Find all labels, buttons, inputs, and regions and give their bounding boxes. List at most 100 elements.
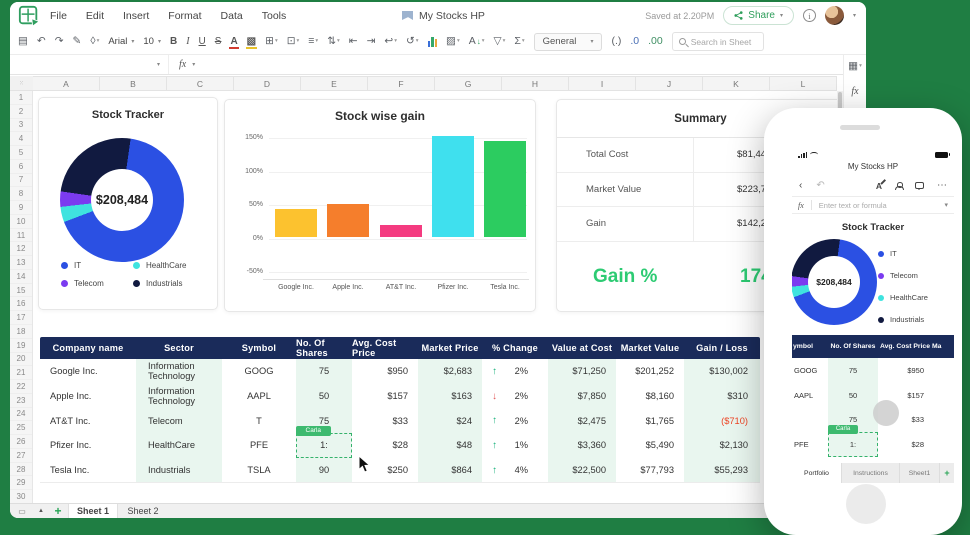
cell-sector[interactable]: Information Technology bbox=[136, 383, 222, 409]
indent-decrease-icon[interactable]: ⇤ bbox=[349, 36, 358, 47]
cell-gain-loss[interactable]: $130,002 bbox=[684, 359, 760, 384]
custom-format-icon[interactable]: (.) bbox=[611, 36, 621, 47]
row-header-17[interactable]: 17 bbox=[10, 311, 32, 326]
eraser-icon[interactable]: ◊ ▾ bbox=[90, 36, 99, 47]
phone-cell[interactable]: $950 bbox=[878, 358, 932, 383]
phone-table-row[interactable]: AAPL 50 $157 bbox=[792, 382, 954, 408]
menu-file[interactable]: File bbox=[50, 10, 67, 22]
row-header-1[interactable]: 1 bbox=[10, 91, 32, 105]
app-logo-icon[interactable] bbox=[18, 5, 40, 27]
row-header-7[interactable]: 7 bbox=[10, 174, 32, 188]
comments-icon[interactable]: ▭ bbox=[10, 504, 34, 518]
column-header-D[interactable]: D bbox=[234, 77, 301, 90]
insert-image-button[interactable]: ▨ ▾ bbox=[446, 36, 460, 47]
row-header-9[interactable]: 9 bbox=[10, 201, 32, 215]
cell-sector[interactable]: Telecom bbox=[136, 408, 222, 434]
row-header-21[interactable]: 21 bbox=[10, 366, 32, 381]
row-header-23[interactable]: 23 bbox=[10, 394, 32, 408]
cell-gain-loss[interactable]: $55,293 bbox=[684, 457, 760, 483]
chevron-down-icon[interactable]: ▾ bbox=[853, 12, 856, 19]
row-header-22[interactable]: 22 bbox=[10, 380, 32, 394]
cell-change[interactable]: ↑ 2% bbox=[482, 359, 548, 384]
menu-edit[interactable]: Edit bbox=[86, 10, 104, 22]
cell-market-value[interactable]: $8,160 bbox=[616, 384, 684, 409]
cell-value-at-cost[interactable]: $71,250 bbox=[548, 359, 616, 384]
functions-panel-icon[interactable]: fx bbox=[851, 86, 858, 97]
row-header-19[interactable]: 19 bbox=[10, 339, 32, 353]
cell-symbol[interactable]: PFE bbox=[222, 433, 296, 458]
merge-cells-button[interactable]: ⊡ ▾ bbox=[287, 36, 300, 47]
column-header-G[interactable]: G bbox=[435, 77, 502, 90]
cell-company[interactable]: Pfizer Inc. bbox=[40, 433, 136, 458]
cell-avg-cost[interactable]: $157 bbox=[352, 384, 418, 409]
cell-shares[interactable]: 75 bbox=[296, 359, 352, 384]
bold-button[interactable]: B bbox=[170, 36, 177, 47]
phone-cell[interactable]: AAPL bbox=[792, 383, 828, 408]
vertical-align-button[interactable]: ⇅ ▾ bbox=[327, 36, 340, 47]
column-header-K[interactable]: K bbox=[703, 77, 770, 90]
text-wrap-button[interactable]: ↩ ▾ bbox=[384, 36, 397, 47]
strikethrough-button[interactable]: S bbox=[215, 36, 222, 47]
print-icon[interactable]: ▤ bbox=[18, 36, 28, 47]
increase-decimal-icon[interactable]: .00 bbox=[648, 36, 663, 47]
sheet-list-icon[interactable]: ▲ bbox=[34, 504, 48, 518]
row-header-15[interactable]: 15 bbox=[10, 284, 32, 298]
insert-chart-icon[interactable] bbox=[427, 36, 438, 47]
cell-change[interactable]: ↑ 2% bbox=[482, 408, 548, 433]
cell-value-at-cost[interactable]: $7,850 bbox=[548, 383, 616, 409]
phone-table-row[interactable]: GOOG 75 $950 bbox=[792, 358, 954, 383]
share-user-icon[interactable] bbox=[895, 182, 904, 190]
row-header-20[interactable]: 20 bbox=[10, 353, 32, 367]
table-row[interactable]: AT&T Inc. Telecom T 75 $33 $24 ↑ 2% $2,475 $1,765… bbox=[40, 408, 760, 434]
phone-cell[interactable] bbox=[932, 432, 954, 457]
home-button[interactable] bbox=[846, 484, 886, 524]
more-icon[interactable]: ⋯ bbox=[937, 180, 947, 191]
cell-company[interactable]: Tesla Inc. bbox=[40, 458, 136, 483]
row-header-28[interactable]: 28 bbox=[10, 463, 32, 477]
share-button[interactable]: Share ▾ bbox=[723, 6, 794, 25]
cell-change[interactable]: ↓ 2% bbox=[482, 384, 548, 409]
cell-avg-cost[interactable]: $33 bbox=[352, 408, 418, 433]
font-color-button[interactable]: A bbox=[229, 36, 239, 49]
table-row[interactable]: Pfizer Inc. HealthCare PFE 1: Carla $28 $48 ↑ 1%… bbox=[40, 426, 760, 458]
column-header-C[interactable]: C bbox=[167, 77, 234, 90]
horizontal-align-button[interactable]: ≡ ▾ bbox=[308, 36, 318, 47]
cell-market-price[interactable]: $2,683 bbox=[418, 359, 482, 384]
cell-company[interactable]: Google Inc. bbox=[40, 359, 136, 384]
row-header-8[interactable]: 8 bbox=[10, 187, 32, 202]
document-title[interactable]: My Stocks HP bbox=[402, 2, 485, 29]
bar-tesla[interactable] bbox=[484, 140, 526, 237]
row-header-27[interactable]: 27 bbox=[10, 449, 32, 463]
row-header-2[interactable]: 2 bbox=[10, 105, 32, 119]
cell-shares[interactable]: 1: Carla bbox=[295, 426, 352, 458]
phone-cell[interactable]: 1: Carla bbox=[827, 425, 878, 457]
undo-icon[interactable]: ↶ bbox=[816, 180, 824, 191]
font-family-select[interactable]: Arial ▾ bbox=[108, 36, 134, 47]
cell-gain-loss[interactable]: $2,130 bbox=[684, 433, 760, 458]
row-header-14[interactable]: 14 bbox=[10, 270, 32, 284]
phone-cell[interactable]: $28 bbox=[878, 432, 932, 457]
search-input[interactable] bbox=[690, 36, 761, 47]
phone-cell[interactable]: 75 bbox=[828, 358, 878, 383]
row-header-10[interactable]: 10 bbox=[10, 215, 32, 229]
decrease-decimal-icon[interactable]: .0 bbox=[630, 36, 639, 47]
cell-symbol[interactable]: AAPL bbox=[222, 384, 296, 409]
phone-cell[interactable] bbox=[792, 408, 828, 433]
cell-company[interactable]: AT&T Inc. bbox=[40, 408, 136, 433]
select-all-corner[interactable]: ⁙ bbox=[10, 76, 33, 91]
font-size-select[interactable]: 10 ▾ bbox=[143, 36, 161, 47]
row-header-16[interactable]: 16 bbox=[10, 297, 32, 312]
sort-button[interactable]: A ↓ ▾ bbox=[469, 36, 485, 47]
cell-change[interactable]: ↑ 1% bbox=[482, 433, 548, 458]
cell-symbol[interactable]: T bbox=[222, 408, 296, 433]
row-header-11[interactable]: 11 bbox=[10, 229, 32, 243]
tab-sheet-2[interactable]: Sheet 2 bbox=[118, 504, 168, 518]
row-header-30[interactable]: 30 bbox=[10, 490, 32, 504]
cell-value-at-cost[interactable]: $2,475 bbox=[548, 408, 616, 434]
number-format-select[interactable]: General ▾ bbox=[533, 32, 603, 51]
cell-company[interactable]: Apple Inc. bbox=[40, 384, 136, 409]
phone-cell[interactable]: PFE bbox=[792, 432, 828, 457]
phone-add-sheet-button[interactable]: + bbox=[940, 463, 954, 483]
cell-symbol[interactable]: GOOG bbox=[222, 359, 296, 384]
phone-formula-input[interactable] bbox=[818, 200, 938, 210]
